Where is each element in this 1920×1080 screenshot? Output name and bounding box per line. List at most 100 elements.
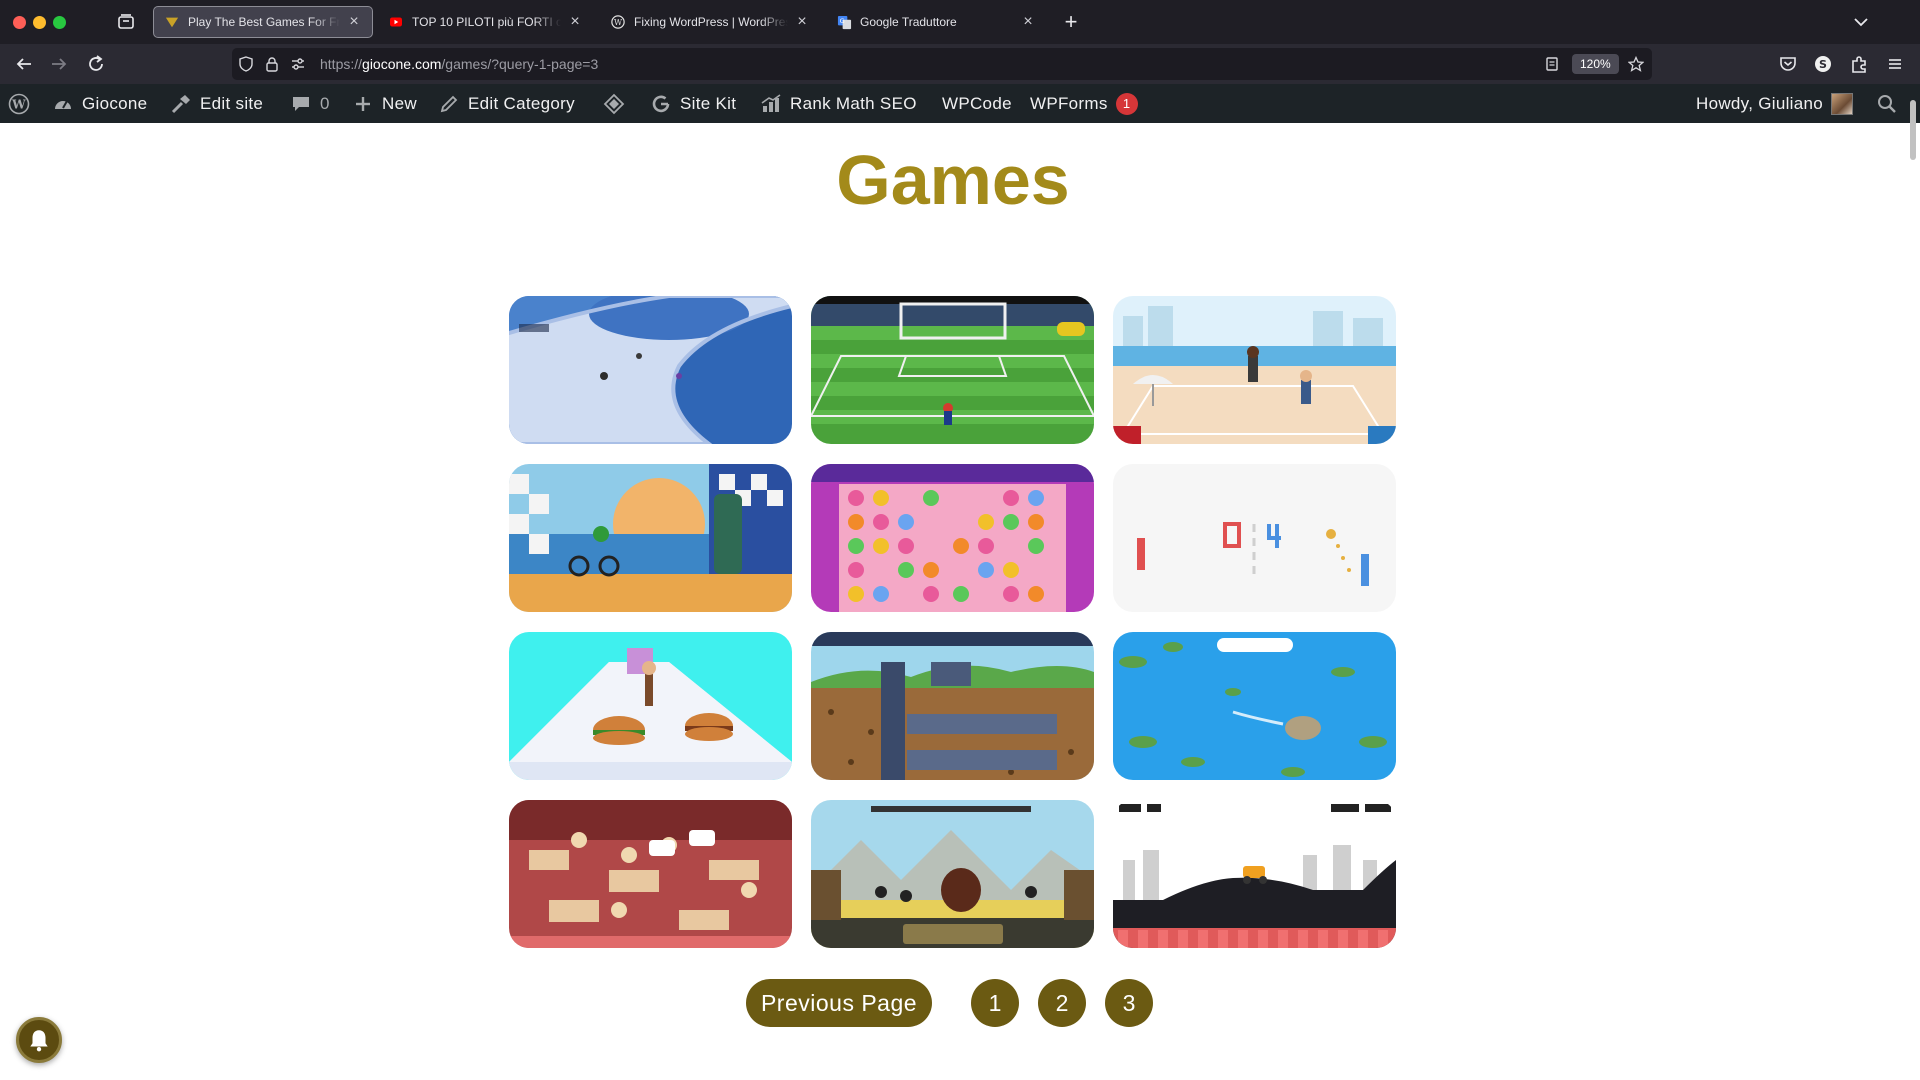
edit-category-link[interactable]: Edit Category [438,84,575,123]
game-card[interactable] [811,296,1094,444]
lock-icon[interactable] [264,56,280,72]
comments-count: 0 [320,93,330,113]
new-content-menu[interactable]: New [352,84,417,123]
pocket-icon[interactable] [1777,53,1799,75]
hill-driver-thumbnail-icon [1113,800,1396,948]
window-zoom-button[interactable] [53,16,66,29]
ice-arena-io-thumbnail-icon [509,296,792,444]
tab-close-icon[interactable]: × [1020,14,1036,30]
tab-title: Google Traduttore [860,15,957,29]
previous-page-button[interactable]: Previous Page [746,979,932,1027]
plugin-diamond-menu[interactable] [603,84,633,123]
swamp-boat-thumbnail-icon [1113,632,1396,780]
tab-giocone[interactable]: Play The Best Games For Free At Giocone … [153,6,373,38]
window-close-button[interactable] [13,16,26,29]
soccer-penalty-thumbnail-icon [811,296,1094,444]
back-arrow-icon[interactable] [13,53,35,75]
beach-boxing-thumbnail-icon [1113,296,1396,444]
tab-google-translate[interactable]: G Google Traduttore × [826,6,1046,38]
hamburger-menu-icon[interactable] [1884,53,1906,75]
game-card[interactable] [1113,800,1396,948]
forward-arrow-icon[interactable] [48,53,70,75]
page-3-button[interactable]: 3 [1105,979,1153,1027]
site-name-menu[interactable]: Giocone [52,84,147,123]
game-card[interactable] [1113,632,1396,780]
comment-bubble-icon [290,93,312,115]
search-icon [1876,93,1898,115]
page-1-button[interactable]: 1 [971,979,1019,1027]
edit-category-label: Edit Category [468,93,575,113]
url-text[interactable]: https://giocone.com/games/?query-1-page=… [320,56,598,72]
url-prefix: https:// [320,56,363,72]
tab-manager-icon[interactable] [116,12,136,32]
rank-math-chart-icon [760,93,782,115]
game-card[interactable] [509,800,792,948]
rank-math-label: Rank Math SEO [790,93,917,113]
svg-text:W: W [614,18,623,27]
wpforms-menu[interactable]: WPForms 1 [1030,84,1138,123]
edit-site-link[interactable]: Edit site [170,84,263,123]
page-title: Games [836,141,1070,219]
comments-link[interactable]: 0 [290,84,330,123]
game-card[interactable] [509,632,792,780]
url-host: giocone.com [362,56,442,72]
user-avatar [1831,92,1854,115]
game-card[interactable] [1113,296,1396,444]
site-kit-menu[interactable]: Site Kit [650,84,736,123]
page-2-button[interactable]: 2 [1038,979,1086,1027]
howdy-label: Howdy, Giuliano [1696,93,1824,113]
page-scrollbar[interactable] [1906,123,1920,1080]
restaurant-dash-thumbnail-icon [509,800,792,948]
hammer-icon [170,93,192,115]
my-account-menu[interactable]: Howdy, Giuliano [1696,84,1854,123]
window-minimize-button[interactable] [33,16,46,29]
wordpress-logo-menu[interactable]: W [8,84,38,123]
site-name-label: Giocone [82,93,148,113]
game-card[interactable] [509,296,792,444]
page-scrollbar-thumb[interactable] [1910,100,1916,160]
new-label: New [382,93,417,113]
svg-text:G: G [839,16,844,24]
wpforms-notification-badge: 1 [1115,92,1138,115]
tab-title: Fixing WordPress | WordPress.org [634,15,788,29]
wordpress-favicon-icon: W [610,14,626,30]
youtube-favicon-icon [388,14,404,30]
url-bar[interactable]: https://giocone.com/games/?query-1-page=… [232,48,1652,80]
browser-nav-bar: https://giocone.com/games/?query-1-page=… [0,44,1920,84]
extensions-puzzle-icon[interactable] [1848,53,1870,75]
rank-math-menu[interactable]: Rank Math SEO [760,84,917,123]
reload-icon[interactable] [85,53,107,75]
tab-close-icon[interactable]: × [567,14,583,30]
svg-text:S: S [1819,58,1827,71]
shield-icon[interactable] [238,56,254,72]
zoom-level-badge[interactable]: 120% [1572,54,1619,74]
new-tab-plus-icon[interactable]: + [1060,11,1082,33]
pencil-icon [438,93,460,115]
minimal-pong-thumbnail-icon [1113,464,1396,612]
tab-youtube[interactable]: TOP 10 PILOTI più FORTI che non hanno vi… [378,6,593,38]
permissions-icon[interactable] [290,56,306,72]
game-card[interactable] [811,632,1094,780]
google-translate-favicon-icon: G [836,14,852,30]
tab-close-icon[interactable]: × [794,14,810,30]
bookmark-star-icon[interactable] [1627,55,1645,72]
tab-list-chevron-down-icon[interactable] [1850,11,1872,33]
wpcode-menu[interactable]: WPCode [942,84,1012,123]
admin-search-button[interactable] [1876,84,1906,123]
dashboard-gauge-icon [52,93,74,115]
game-card[interactable] [1113,464,1396,612]
tab-close-icon[interactable]: × [346,14,362,30]
url-path: /games/?query-1-page=3 [441,56,599,72]
reader-view-icon[interactable] [1544,56,1560,72]
idle-mining-thumbnail-icon [811,632,1094,780]
game-card[interactable] [811,464,1094,612]
google-g-icon [650,93,672,115]
wpcode-label: WPCode [942,93,1012,113]
account-avatar-icon[interactable]: S [1812,53,1834,75]
game-card[interactable] [811,800,1094,948]
edit-site-label: Edit site [200,93,264,113]
tab-wordpress[interactable]: W Fixing WordPress | WordPress.org × [600,6,820,38]
diamond-icon [603,93,625,115]
game-card[interactable] [509,464,792,612]
notification-bell-button[interactable] [16,1017,62,1063]
